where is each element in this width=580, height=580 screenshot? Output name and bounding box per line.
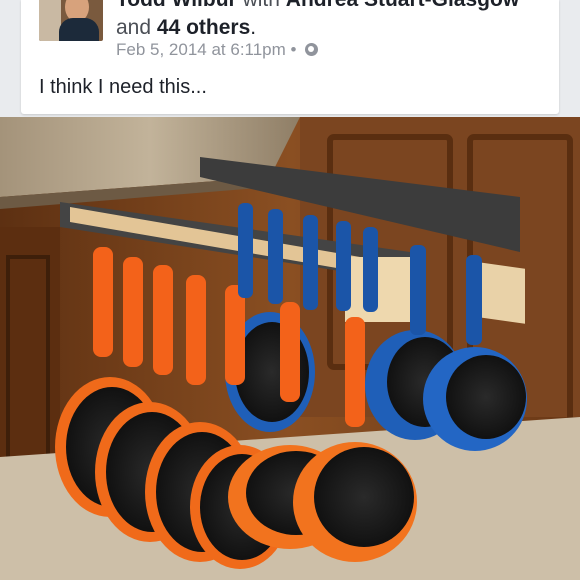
globe-icon[interactable] <box>305 43 319 56</box>
author-avatar[interactable] <box>39 0 103 41</box>
post-timestamp-link[interactable]: Feb 5, 2014 at 6:11pm <box>116 40 286 59</box>
byline-period: . <box>250 16 257 39</box>
meta-separator: • <box>290 40 297 59</box>
and-word: and <box>116 16 152 39</box>
post-meta: Feb 5, 2014 at 6:11pm • <box>116 40 319 60</box>
tagged-friend-link[interactable]: Andrea Stuart-Glasgow <box>286 0 519 11</box>
author-name-link[interactable]: Todd Wilbur <box>116 0 237 11</box>
others-link[interactable]: 44 others <box>157 16 250 39</box>
post-text: I think I need this... <box>39 76 207 98</box>
with-word: with <box>243 0 280 11</box>
post-byline: Todd Wilbur with Andrea Stuart-Glasgow a… <box>116 0 519 42</box>
post-header-card: Todd Wilbur with Andrea Stuart-Glasgow a… <box>21 0 559 114</box>
pot-rack-photo <box>0 117 580 580</box>
post-photo[interactable] <box>0 117 580 580</box>
rack-endcap <box>345 257 413 322</box>
